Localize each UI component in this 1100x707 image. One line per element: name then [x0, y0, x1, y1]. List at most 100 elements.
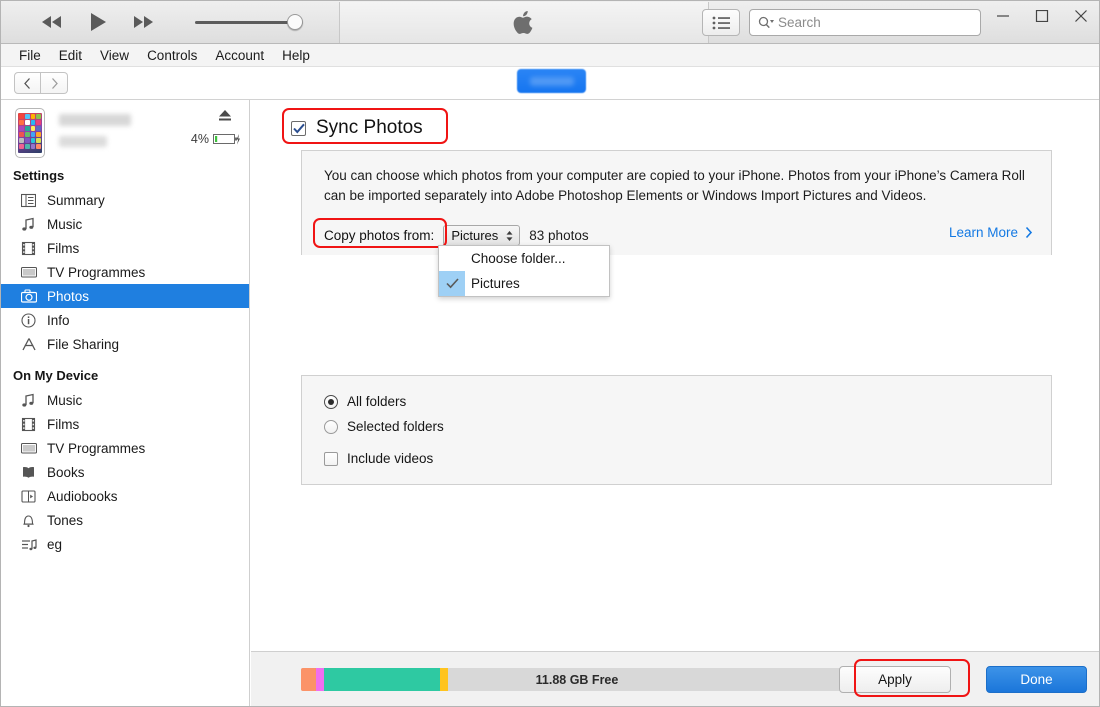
- check-icon: [439, 271, 465, 296]
- sync-description: You can choose which photos from your co…: [324, 168, 1025, 203]
- sidebar-item-photos[interactable]: Photos: [1, 284, 249, 308]
- device-subtitle: [59, 136, 107, 147]
- sidebar-item-films[interactable]: Films: [1, 236, 249, 260]
- sync-photos-row[interactable]: Sync Photos: [291, 117, 423, 139]
- sidebar-item-label: Music: [47, 216, 83, 232]
- chevron-updown-icon: [505, 230, 514, 242]
- radio-selected-folders[interactable]: Selected folders: [324, 419, 444, 434]
- dropdown-option-pictures[interactable]: Pictures: [439, 271, 609, 296]
- iphone-home-screen: [18, 113, 42, 153]
- device-item-films[interactable]: Films: [1, 412, 249, 436]
- iphone-thumbnail-icon: [15, 108, 45, 158]
- dropdown-option-label: Pictures: [471, 276, 520, 291]
- apple-logo-icon: [513, 10, 532, 34]
- on-my-device-list: Music Films TV Programmes Books Audioboo…: [1, 388, 249, 556]
- menu-bar: File Edit View Controls Account Help: [1, 44, 1099, 67]
- menu-item-controls[interactable]: Controls: [138, 46, 206, 65]
- apply-button[interactable]: Apply: [839, 666, 951, 693]
- menu-item-edit[interactable]: Edit: [50, 46, 91, 65]
- search-icon: [758, 16, 774, 28]
- menu-item-view[interactable]: View: [91, 46, 138, 65]
- battery-icon: [213, 134, 240, 145]
- fast-forward-icon[interactable]: [129, 9, 159, 35]
- close-button[interactable]: [1061, 1, 1099, 31]
- minimize-button[interactable]: [983, 1, 1022, 31]
- transport-controls: [1, 9, 385, 35]
- volume-slider[interactable]: [195, 11, 303, 33]
- device-name: [59, 114, 131, 126]
- done-button[interactable]: Done: [986, 666, 1087, 693]
- search-input[interactable]: Search: [749, 9, 981, 36]
- sidebar-item-label: Summary: [47, 192, 105, 208]
- tv-icon: [19, 265, 38, 280]
- radio-selected-folders-label: Selected folders: [347, 419, 444, 434]
- include-videos-label: Include videos: [347, 451, 434, 466]
- include-videos-checkbox[interactable]: [324, 451, 338, 466]
- dropdown-option-choose-folder[interactable]: Choose folder...: [439, 246, 609, 271]
- bell-icon: [19, 513, 38, 528]
- device-item-tv-programmes[interactable]: TV Programmes: [1, 436, 249, 460]
- chevron-right-icon: [51, 77, 58, 89]
- forward-button[interactable]: [41, 72, 68, 94]
- dropdown-option-label: Choose folder...: [471, 251, 566, 266]
- status-display: [339, 2, 709, 43]
- sync-photos-checkbox[interactable]: [291, 120, 306, 136]
- device-item-eg[interactable]: eg: [1, 532, 249, 556]
- film-strip-icon: [19, 241, 38, 256]
- radio-icon: [324, 394, 338, 409]
- music-note-icon: [19, 393, 38, 408]
- menu-item-account[interactable]: Account: [206, 46, 273, 65]
- include-videos-option[interactable]: Include videos: [324, 451, 433, 466]
- sidebar-item-label: File Sharing: [47, 336, 120, 352]
- radio-all-folders-label: All folders: [347, 394, 407, 409]
- learn-more-link[interactable]: Learn More: [949, 225, 1033, 240]
- device-header[interactable]: 4%: [1, 100, 249, 162]
- maximize-button[interactable]: [1022, 1, 1061, 31]
- device-item-audiobooks[interactable]: Audiobooks: [1, 484, 249, 508]
- lightning-bolt-icon: [236, 134, 240, 145]
- sidebar-item-label: Films: [47, 240, 80, 256]
- audiobook-icon: [19, 489, 38, 504]
- menu-item-file[interactable]: File: [10, 46, 50, 65]
- copy-photos-from-row: Copy photos from: Pictures 83 photos: [324, 225, 589, 246]
- photo-count: 83 photos: [529, 228, 589, 243]
- footer-bar: 11.88 GB Free Apply Done: [251, 651, 1099, 706]
- music-note-icon: [19, 217, 38, 232]
- menu-item-help[interactable]: Help: [273, 46, 319, 65]
- radio-all-folders[interactable]: All folders: [324, 394, 406, 409]
- device-item-label: Music: [47, 392, 83, 408]
- toolbar-right: Search: [702, 9, 981, 36]
- source-folder-select[interactable]: Pictures: [443, 225, 521, 246]
- volume-knob[interactable]: [287, 14, 303, 30]
- eject-icon[interactable]: [217, 109, 233, 127]
- sidebar-item-label: TV Programmes: [47, 264, 146, 280]
- copy-photos-from-label: Copy photos from:: [324, 228, 435, 243]
- device-item-label: Books: [47, 464, 85, 480]
- list-view-icon[interactable]: [702, 9, 740, 36]
- capacity-free-label: 11.88 GB Free: [535, 672, 619, 687]
- device-item-tones[interactable]: Tones: [1, 508, 249, 532]
- back-button[interactable]: [14, 72, 41, 94]
- books-icon: [19, 465, 38, 480]
- file-sharing-icon: [19, 337, 38, 352]
- device-tab-pill[interactable]: [517, 69, 586, 93]
- nav-buttons: [14, 72, 68, 94]
- rewind-icon[interactable]: [37, 9, 67, 35]
- settings-list: Summary Music Films TV Programmes Photos…: [1, 188, 249, 356]
- source-folder-dropdown[interactable]: Choose folder... Pictures: [438, 245, 610, 297]
- sidebar-item-file-sharing[interactable]: File Sharing: [1, 332, 249, 356]
- sidebar: 4% Settings Summary Music Films TV Progr…: [1, 100, 250, 706]
- device-item-music[interactable]: Music: [1, 388, 249, 412]
- sidebar-item-info[interactable]: Info: [1, 308, 249, 332]
- device-item-books[interactable]: Books: [1, 460, 249, 484]
- tv-icon: [19, 441, 38, 456]
- device-item-label: eg: [47, 536, 63, 552]
- sidebar-item-summary[interactable]: Summary: [1, 188, 249, 212]
- sidebar-item-music[interactable]: Music: [1, 212, 249, 236]
- playlist-icon: [19, 537, 38, 552]
- chevron-left-icon: [24, 77, 30, 89]
- source-folder-value: Pictures: [451, 228, 499, 243]
- itunes-window: Search File Edit View Controls Account H…: [0, 0, 1100, 707]
- play-icon[interactable]: [83, 9, 113, 35]
- sidebar-item-tv-programmes[interactable]: TV Programmes: [1, 260, 249, 284]
